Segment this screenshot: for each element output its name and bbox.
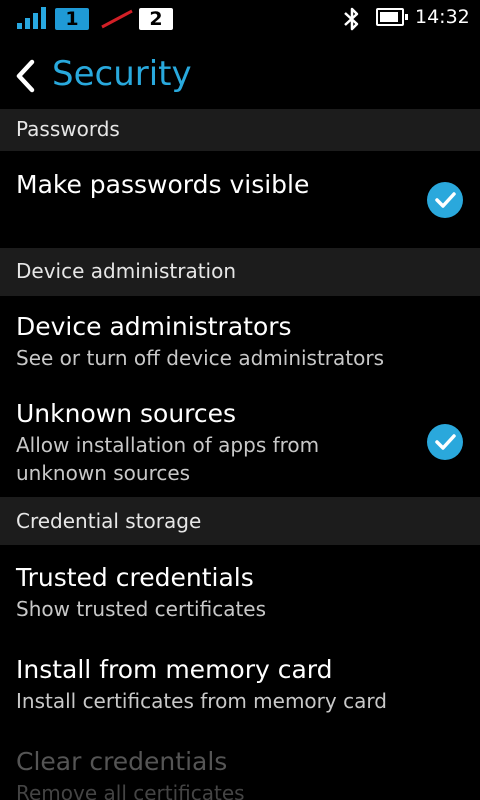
sim2-icon: 2: [139, 8, 173, 30]
setting-install-from-memory-card[interactable]: Install from memory card Install certifi…: [0, 640, 480, 730]
setting-unknown-sources[interactable]: Unknown sources Allow installation of ap…: [0, 385, 480, 495]
section-header-credential-storage: Credential storage: [0, 497, 480, 545]
signal-icon: [17, 7, 47, 29]
row-title: Device administrators: [16, 312, 292, 341]
section-header-device-administration: Device administration: [0, 248, 480, 296]
clock: 14:32: [415, 6, 470, 28]
page-title: Security: [52, 54, 192, 94]
setting-trusted-credentials[interactable]: Trusted credentials Show trusted certifi…: [0, 547, 480, 637]
setting-make-passwords-visible[interactable]: Make passwords visible: [0, 153, 480, 246]
setting-device-administrators[interactable]: Device administrators See or turn off de…: [0, 298, 480, 383]
row-title: Clear credentials: [16, 747, 228, 776]
setting-clear-credentials: Clear credentials Remove all certificate…: [0, 732, 480, 800]
row-subtitle: Remove all certificates: [16, 781, 245, 800]
row-subtitle: Show trusted certificates: [16, 597, 267, 621]
status-bar: 1 2 14:32: [0, 0, 480, 36]
section-header-passwords: Passwords: [0, 109, 480, 151]
checkbox-checked-icon[interactable]: [427, 424, 463, 460]
no-signal-icon: [101, 9, 133, 29]
row-subtitle: See or turn off device administrators: [16, 346, 385, 370]
row-subtitle-line1: Allow installation of apps from: [16, 433, 320, 457]
action-bar: Security: [0, 40, 480, 112]
row-title: Unknown sources: [16, 399, 237, 428]
sim1-icon: 1: [55, 8, 89, 30]
row-title: Install from memory card: [16, 655, 333, 684]
back-arrow-icon[interactable]: [12, 58, 40, 94]
row-title: Trusted credentials: [16, 563, 254, 592]
row-title: Make passwords visible: [16, 170, 310, 199]
row-subtitle: Install certificates from memory card: [16, 689, 387, 713]
bluetooth-icon: [344, 7, 359, 31]
checkbox-checked-icon[interactable]: [427, 182, 463, 218]
battery-icon: [376, 8, 408, 26]
row-subtitle-line2: unknown sources: [16, 461, 191, 485]
